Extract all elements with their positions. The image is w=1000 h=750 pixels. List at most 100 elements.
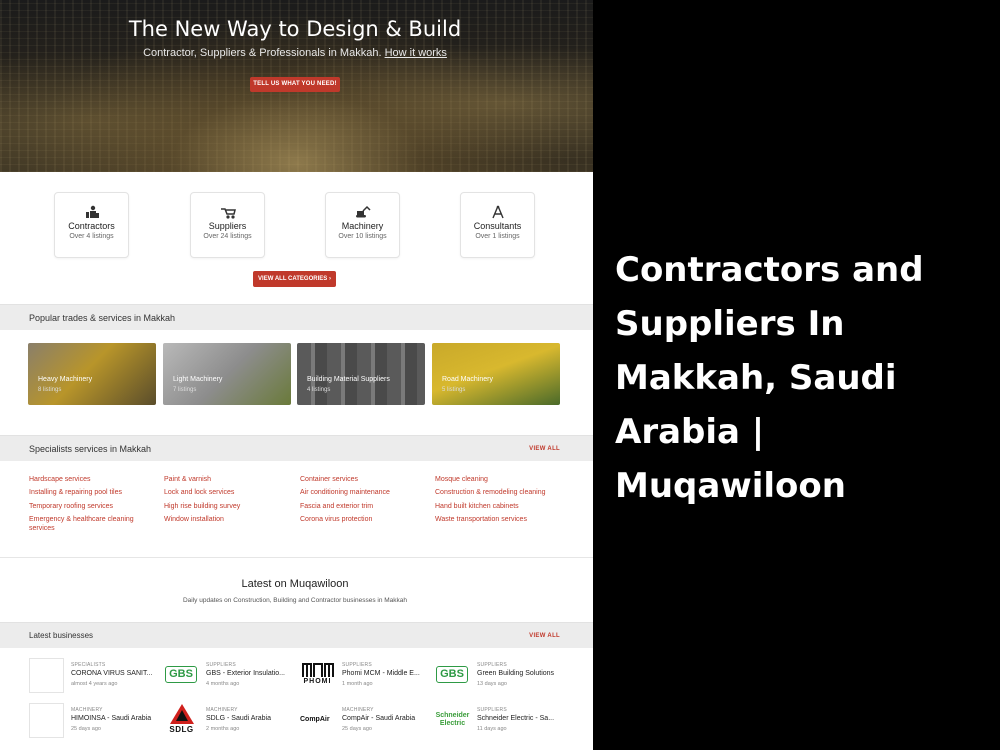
- contractor-icon: [85, 205, 99, 218]
- specialist-link[interactable]: Fascia and exterior trim: [300, 502, 440, 511]
- business-name: HIMOINSA - Saudi Arabia: [71, 715, 152, 722]
- business-category: SPECIALISTS: [71, 662, 106, 668]
- specialist-link[interactable]: Temporary roofing services: [29, 502, 169, 511]
- hero-subtitle: Contractor, Suppliers & Professionals in…: [0, 47, 590, 59]
- section-title: Latest businesses: [29, 631, 94, 640]
- page-title: Contractors and Suppliers In Makkah, Sau…: [615, 250, 924, 506]
- trade-name: Building Material Suppliers: [307, 376, 390, 383]
- business-card[interactable]: PHOMI SUPPLIERS Phomi MCM - Middle E... …: [300, 658, 435, 698]
- latest-businesses-header: Latest businesses VIEW ALL: [0, 622, 593, 648]
- category-name: Consultants: [473, 221, 522, 231]
- trade-card-heavy-machinery[interactable]: Heavy Machinery 8 listings: [28, 343, 156, 405]
- trade-card-building-material-suppliers[interactable]: Building Material Suppliers 4 listings: [297, 343, 425, 405]
- divider: [0, 557, 593, 558]
- trade-card-light-machinery[interactable]: Light Machinery 7 listings: [163, 343, 291, 405]
- business-card[interactable]: CompAir MACHINERY CompAir - Saudi Arabia…: [300, 703, 435, 743]
- sdlg-logo: SDLG: [164, 703, 199, 738]
- trade-count: 5 listings: [442, 387, 466, 393]
- how-it-works-link[interactable]: How it works: [385, 47, 447, 59]
- business-card[interactable]: SPECIALISTS CORONA VIRUS SANIT... almost…: [29, 658, 164, 698]
- trade-name: Light Machinery: [173, 376, 223, 383]
- category-count: Over 1 listings: [475, 233, 520, 240]
- category-count: Over 10 listings: [338, 233, 387, 240]
- category-card-suppliers[interactable]: Suppliers Over 24 listings: [190, 192, 265, 258]
- business-category: SUPPLIERS: [477, 707, 507, 713]
- business-name: CORONA VIRUS SANIT...: [71, 670, 153, 677]
- business-name: SDLG - Saudi Arabia: [206, 715, 271, 722]
- business-card[interactable]: GBS SUPPLIERS GBS - Exterior Insulatio..…: [164, 658, 299, 698]
- gbs-logo: GBS: [164, 658, 199, 693]
- section-title: Popular trades & services in Makkah: [29, 313, 176, 323]
- latest-title: Latest on Muqawiloon: [241, 578, 349, 590]
- category-cards: Contractors Over 4 listings Suppliers Ov…: [0, 192, 593, 258]
- view-all-categories-button[interactable]: VIEW ALL CATEGORIES ›: [253, 271, 336, 287]
- business-name: Schneider Electric - Sa...: [477, 715, 555, 722]
- specialist-link[interactable]: Corona virus protection: [300, 515, 440, 524]
- trade-name: Heavy Machinery: [38, 376, 93, 383]
- specialist-link[interactable]: Emergency & healthcare cleaning services: [29, 515, 139, 533]
- business-category: MACHINERY: [71, 707, 103, 713]
- compair-logo: CompAir: [300, 703, 335, 738]
- specialist-link[interactable]: Window installation: [164, 515, 304, 524]
- schneider-logo: Schneider Electric: [435, 703, 470, 738]
- business-card[interactable]: MACHINERY HIMOINSA - Saudi Arabia 25 day…: [29, 703, 164, 743]
- latest-subtitle: Daily updates on Construction, Building …: [182, 597, 407, 604]
- business-logo-placeholder: [29, 658, 64, 693]
- business-name: Green Building Solutions: [477, 670, 555, 677]
- excavator-icon: [355, 205, 371, 218]
- category-count: Over 24 listings: [203, 233, 252, 240]
- specialists-column: Paint & varnish Lock and lock services H…: [164, 475, 304, 529]
- popular-trades-header: Popular trades & services in Makkah: [0, 304, 593, 330]
- business-date: 25 days ago: [71, 726, 101, 732]
- business-name: Phomi MCM - Middle E...: [342, 670, 420, 677]
- specialist-link[interactable]: Hand built kitchen cabinets: [435, 502, 575, 511]
- specialists-column: Hardscape services Installing & repairin…: [29, 475, 169, 538]
- trade-name: Road Machinery: [442, 376, 493, 383]
- website-screenshot: The New Way to Design & Build Contractor…: [0, 0, 593, 750]
- specialist-link[interactable]: Construction & remodeling cleaning: [435, 488, 575, 497]
- category-card-contractors[interactable]: Contractors Over 4 listings: [54, 192, 129, 258]
- business-category: SUPPLIERS: [477, 662, 507, 668]
- business-category: SUPPLIERS: [206, 662, 236, 668]
- business-category: MACHINERY: [342, 707, 374, 713]
- tell-us-button[interactable]: TELL US WHAT YOU NEED!: [250, 77, 340, 92]
- hero-title: The New Way to Design & Build: [128, 17, 462, 41]
- specialists-view-all-link[interactable]: VIEW ALL: [529, 446, 560, 452]
- section-title: Specialists services in Makkah: [29, 444, 152, 454]
- specialist-link[interactable]: High rise building survey: [164, 502, 304, 511]
- specialist-link[interactable]: Paint & varnish: [164, 475, 304, 484]
- category-count: Over 4 listings: [69, 233, 114, 240]
- specialist-link[interactable]: Hardscape services: [29, 475, 169, 484]
- specialist-link[interactable]: Lock and lock services: [164, 488, 304, 497]
- category-name: Contractors: [68, 221, 115, 231]
- sdlg-triangle-icon: [169, 704, 194, 724]
- wheelbarrow-icon: [220, 208, 236, 219]
- business-date: 2 months ago: [206, 726, 240, 732]
- business-date: 1 month ago: [342, 681, 373, 687]
- hero-subtitle-text: Contractor, Suppliers & Professionals in…: [143, 47, 382, 59]
- specialist-link[interactable]: Waste transportation services: [435, 515, 575, 524]
- specialists-column: Container services Air conditioning main…: [300, 475, 440, 529]
- specialists-column: Mosque cleaning Construction & remodelin…: [435, 475, 575, 529]
- business-name: GBS - Exterior Insulatio...: [206, 670, 285, 677]
- category-name: Suppliers: [208, 221, 247, 231]
- business-card[interactable]: Schneider Electric SUPPLIERS Schneider E…: [435, 703, 570, 743]
- specialists-header: Specialists services in Makkah VIEW ALL: [0, 435, 593, 461]
- specialist-link[interactable]: Container services: [300, 475, 440, 484]
- business-date: 25 days ago: [342, 726, 372, 732]
- trade-card-road-machinery[interactable]: Road Machinery 5 listings: [432, 343, 560, 405]
- business-date: almost 4 years ago: [71, 681, 118, 687]
- business-card[interactable]: GBS SUPPLIERS Green Building Solutions 1…: [435, 658, 570, 698]
- specialist-link[interactable]: Mosque cleaning: [435, 475, 575, 484]
- trade-count: 4 listings: [307, 387, 331, 393]
- category-card-machinery[interactable]: Machinery Over 10 listings: [325, 192, 400, 258]
- business-card[interactable]: SDLG MACHINERY SDLG - Saudi Arabia 2 mon…: [164, 703, 299, 743]
- specialist-link[interactable]: Installing & repairing pool tiles: [29, 488, 169, 497]
- specialist-link[interactable]: Air conditioning maintenance: [300, 488, 440, 497]
- business-category: MACHINERY: [206, 707, 238, 713]
- latest-businesses-view-all-link[interactable]: VIEW ALL: [529, 633, 560, 639]
- compass-icon: [491, 205, 504, 219]
- business-date: 13 days ago: [477, 681, 507, 687]
- business-logo-placeholder: [29, 703, 64, 738]
- category-card-consultants[interactable]: Consultants Over 1 listings: [460, 192, 535, 258]
